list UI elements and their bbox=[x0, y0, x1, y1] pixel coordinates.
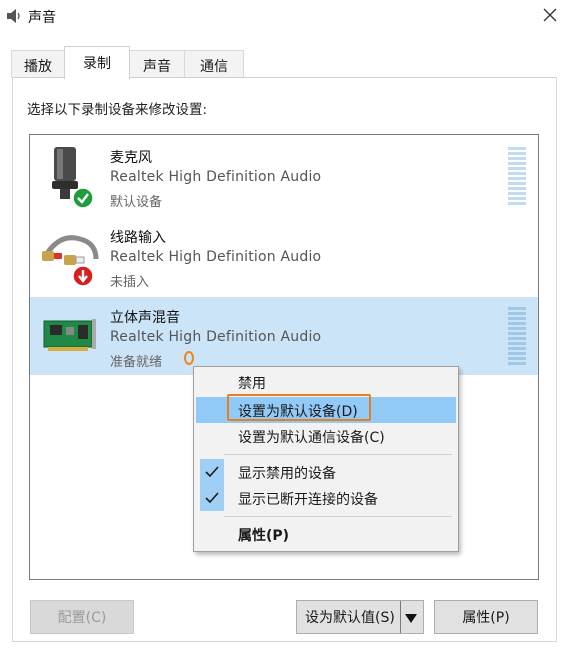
split-divider bbox=[400, 601, 401, 633]
checkmark-icon bbox=[200, 485, 224, 511]
menu-item-label: 属性(P) bbox=[238, 528, 290, 544]
device-item-stereo-mix[interactable]: 立体声混音 Realtek High Definition Audio 准备就绪 bbox=[30, 297, 538, 375]
set-default-label: 设为默认值(S) bbox=[305, 610, 395, 626]
window-title: 声音 bbox=[28, 10, 56, 26]
menu-item-label: 禁用 bbox=[238, 376, 266, 392]
close-button[interactable] bbox=[536, 2, 564, 30]
sound-card-icon bbox=[40, 305, 102, 367]
level-meter bbox=[508, 307, 526, 365]
unplugged-arrow-icon bbox=[72, 265, 94, 291]
menu-separator bbox=[224, 516, 452, 517]
sound-dialog: 声音 播放 录制 声音 通信 选择以下录制设备来修改设置: 麦克风 Realte… bbox=[0, 0, 569, 650]
device-item-microphone[interactable]: 麦克风 Realtek High Definition Audio 默认设备 bbox=[30, 137, 538, 215]
device-status: 准备就绪 bbox=[110, 355, 163, 370]
menu-item-label: 显示禁用的设备 bbox=[238, 466, 336, 482]
tab-recording[interactable]: 录制 bbox=[64, 46, 130, 79]
tab-playback[interactable]: 播放 bbox=[11, 50, 65, 78]
instruction-text: 选择以下录制设备来修改设置: bbox=[27, 102, 208, 118]
device-driver: Realtek High Definition Audio bbox=[110, 329, 322, 345]
menu-item-properties[interactable]: 属性(P) bbox=[196, 521, 456, 547]
device-driver: Realtek High Definition Audio bbox=[110, 249, 322, 265]
device-name: 线路输入 bbox=[110, 230, 166, 246]
menu-item-set-default-device[interactable]: 设置为默认设备(D) bbox=[196, 397, 456, 423]
level-meter bbox=[508, 147, 526, 205]
cursor-marker bbox=[184, 351, 194, 365]
device-item-line-in[interactable]: 线路输入 Realtek High Definition Audio 未插入 bbox=[30, 217, 538, 295]
menu-item-show-disabled[interactable]: 显示禁用的设备 bbox=[196, 459, 456, 485]
speaker-icon bbox=[5, 7, 23, 25]
menu-item-disable[interactable]: 禁用 bbox=[196, 369, 456, 395]
menu-item-label: 显示已断开连接的设备 bbox=[238, 492, 378, 508]
tab-communications[interactable]: 通信 bbox=[184, 50, 244, 78]
device-name: 立体声混音 bbox=[110, 310, 180, 326]
recording-panel: 选择以下录制设备来修改设置: 麦克风 Realtek High Definiti… bbox=[12, 77, 557, 642]
close-icon bbox=[543, 7, 557, 26]
default-check-icon bbox=[72, 187, 94, 213]
context-menu: 禁用 设置为默认设备(D) 设置为默认通信设备(C) 显示禁用的设备 显示已断开… bbox=[193, 366, 459, 552]
tab-strip: 播放 录制 声音 通信 bbox=[0, 46, 569, 79]
menu-item-label: 设置为默认设备(D) bbox=[238, 404, 358, 420]
chevron-down-icon[interactable] bbox=[405, 612, 417, 628]
menu-separator bbox=[224, 454, 452, 455]
checkmark-icon bbox=[200, 459, 224, 485]
menu-item-label: 设置为默认通信设备(C) bbox=[238, 430, 385, 446]
properties-button[interactable]: 属性(P) bbox=[434, 600, 538, 634]
configure-button[interactable]: 配置(C) bbox=[30, 600, 134, 634]
menu-item-show-disconnected[interactable]: 显示已断开连接的设备 bbox=[196, 485, 456, 511]
menu-item-set-default-communication[interactable]: 设置为默认通信设备(C) bbox=[196, 423, 456, 449]
device-name: 麦克风 bbox=[110, 150, 152, 166]
set-default-split-button[interactable]: 设为默认值(S) bbox=[296, 600, 424, 634]
device-status: 未插入 bbox=[110, 275, 150, 290]
tab-sounds[interactable]: 声音 bbox=[129, 50, 185, 78]
device-status: 默认设备 bbox=[110, 195, 163, 210]
title-bar: 声音 bbox=[0, 0, 569, 32]
device-driver: Realtek High Definition Audio bbox=[110, 169, 322, 185]
